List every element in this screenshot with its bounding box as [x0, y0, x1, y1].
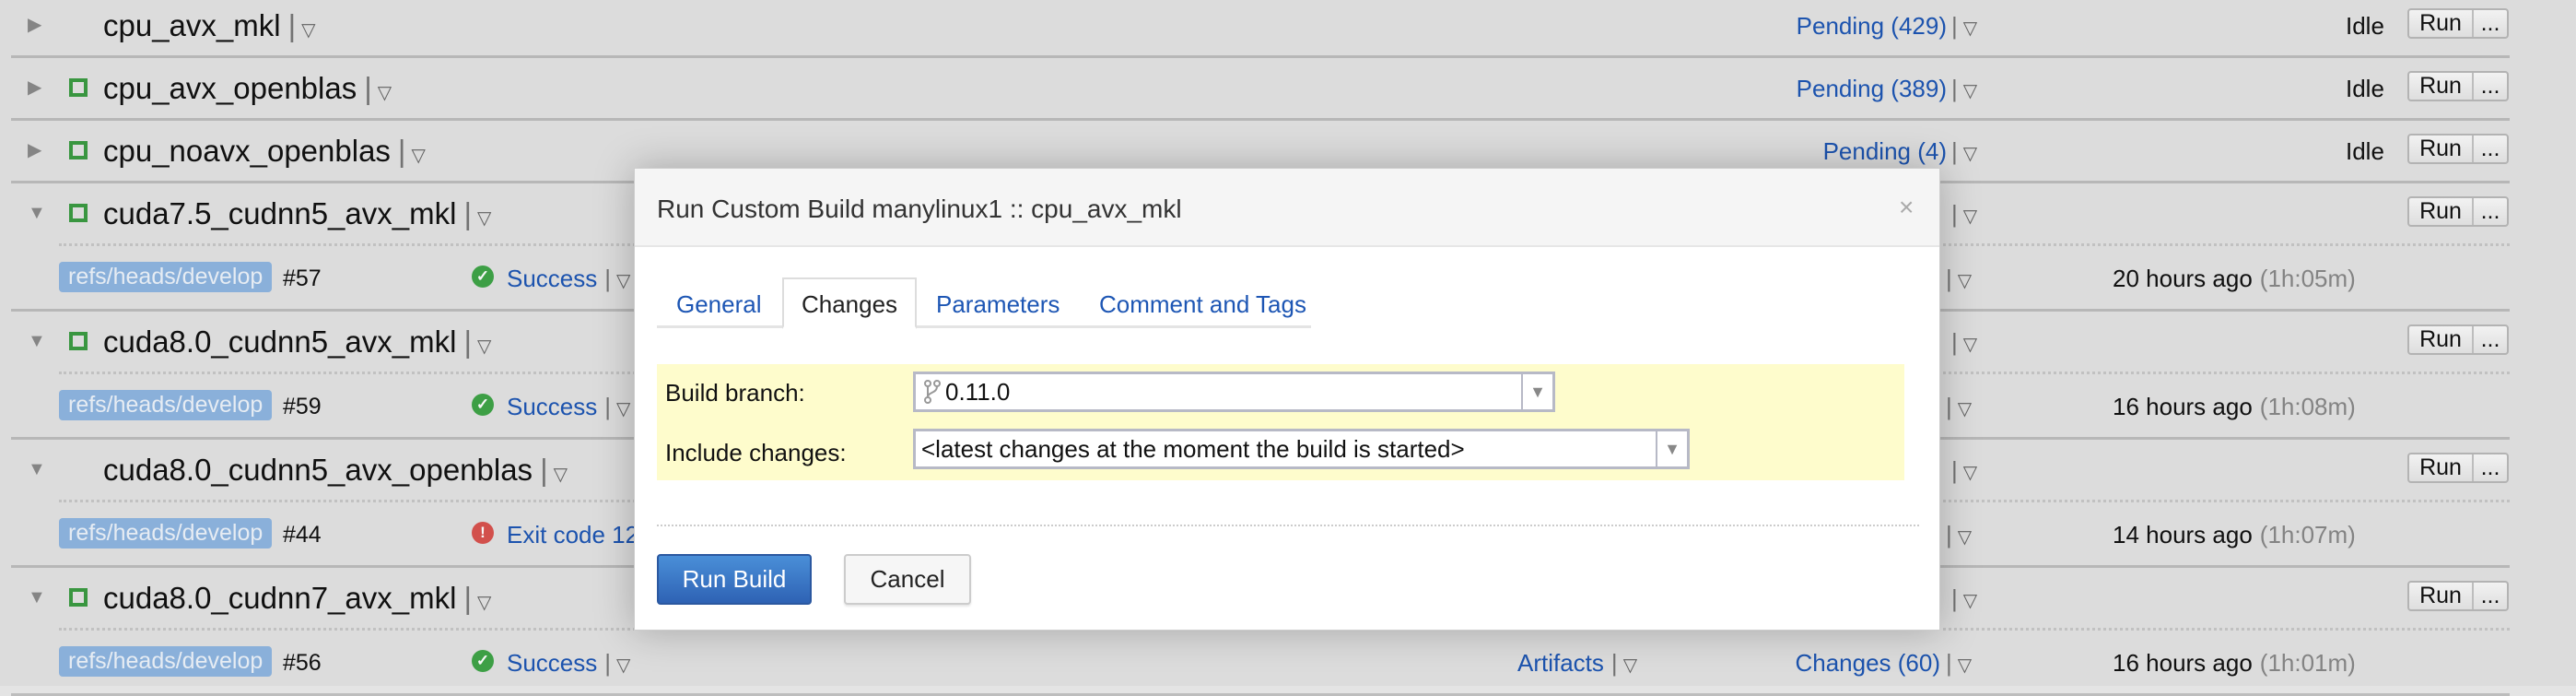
build-branch-label: Build branch: — [665, 379, 805, 407]
build-branch-select[interactable]: 0.11.0 ▼ — [913, 372, 1555, 412]
tab-changes[interactable]: Changes — [782, 277, 917, 329]
build-branch-value: 0.11.0 — [945, 377, 1011, 406]
dialog-divider — [657, 525, 1919, 526]
dialog-title: Run Custom Build manylinux1 :: cpu_avx_m… — [657, 195, 1182, 223]
run-custom-build-dialog: Run Custom Build manylinux1 :: cpu_avx_m… — [634, 168, 1940, 631]
run-build-button[interactable]: Run Build — [657, 554, 812, 605]
tab-general[interactable]: General — [676, 290, 762, 319]
dialog-header: Run Custom Build manylinux1 :: cpu_avx_m… — [635, 169, 1939, 247]
include-changes-label: Include changes: — [665, 439, 847, 466]
close-icon[interactable]: × — [1899, 193, 1914, 222]
chevron-down-icon[interactable]: ▼ — [1521, 374, 1552, 409]
changes-panel: Build branch: 0.11.0 ▼ Include changes: … — [657, 364, 1904, 480]
include-changes-value: <latest changes at the moment the build … — [921, 434, 1465, 463]
cancel-button[interactable]: Cancel — [844, 554, 971, 605]
chevron-down-icon[interactable]: ▼ — [1656, 431, 1687, 466]
tab-parameters[interactable]: Parameters — [936, 290, 1060, 319]
tab-strip-divider — [657, 325, 1311, 328]
tab-comment-and-tags[interactable]: Comment and Tags — [1099, 290, 1306, 319]
branch-icon — [924, 380, 941, 404]
include-changes-select[interactable]: <latest changes at the moment the build … — [913, 429, 1690, 469]
